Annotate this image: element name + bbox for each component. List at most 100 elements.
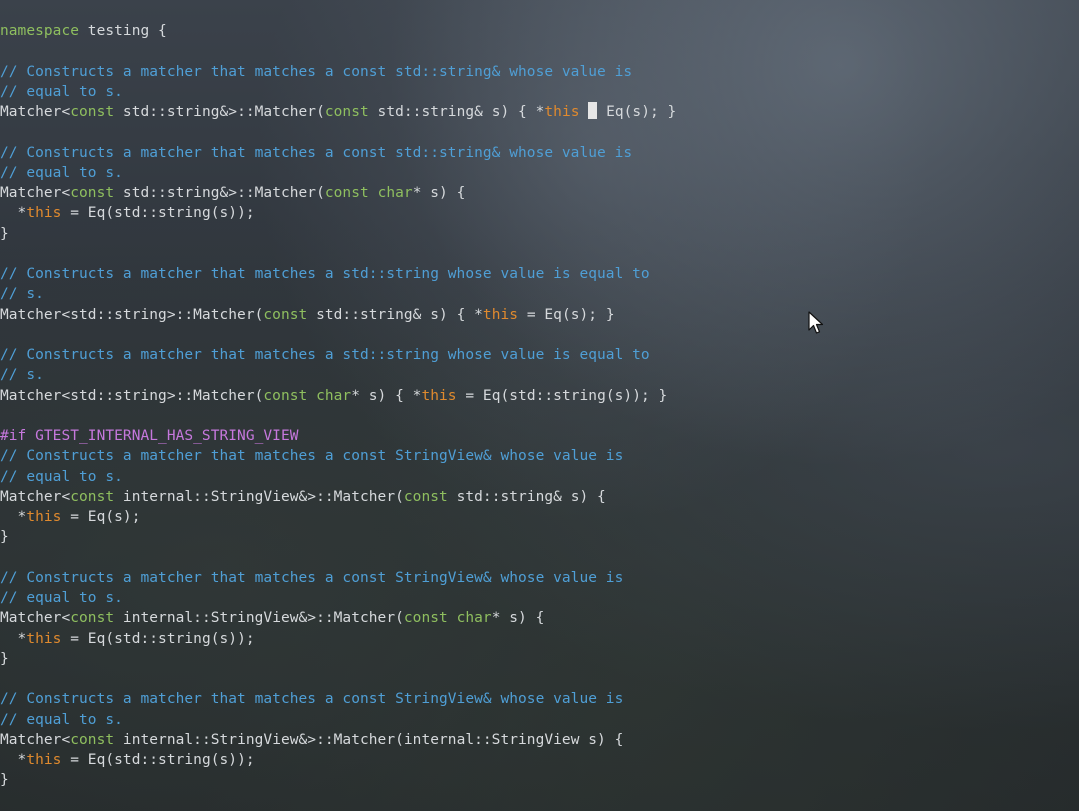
comment-token: // Constructs a matcher that matches a c…	[0, 569, 624, 586]
keyword-token: const	[263, 387, 308, 404]
code-token: Matcher<std::string>::Matcher(	[0, 306, 264, 323]
comment-token: // equal to s.	[0, 83, 123, 100]
code-token: std::string&>::Matcher(	[114, 104, 325, 120]
code-line[interactable]: }	[0, 527, 1079, 547]
code-line[interactable]: }	[0, 224, 1079, 244]
keyword-token: const	[70, 731, 115, 748]
code-line[interactable]: // Constructs a matcher that matches a c…	[0, 446, 1079, 466]
comment-token: // equal to s.	[0, 468, 123, 485]
comment-token: // Constructs a matcher that matches a c…	[0, 448, 624, 465]
code-token: = Eq(std::string(s));	[61, 205, 255, 222]
code-line[interactable]: // equal to s.	[0, 163, 1079, 183]
code-token: = Eq(std::string(s));	[61, 630, 255, 647]
keyword-token: const	[324, 185, 369, 201]
code-token: *	[0, 205, 27, 222]
code-line[interactable]: *this = Eq(std::string(s));	[0, 629, 1079, 649]
code-line[interactable]: // Constructs a matcher that matches a c…	[0, 143, 1079, 163]
comment-token: // s.	[0, 367, 44, 384]
code-line[interactable]: }	[0, 649, 1079, 669]
code-line[interactable]: }	[0, 770, 1079, 790]
code-token: = Eq(s);	[61, 509, 141, 525]
code-token: *	[0, 509, 27, 525]
code-token: internal::StringView&>::Matcher(internal…	[114, 731, 624, 748]
code-line[interactable]: // equal to s.	[0, 588, 1079, 608]
code-token: * s) { *	[351, 387, 422, 404]
code-token: Matcher<	[0, 731, 71, 748]
code-token: * s) {	[412, 185, 466, 201]
text-cursor	[588, 102, 598, 119]
code-line[interactable]: Matcher<const std::string&>::Matcher(con…	[0, 183, 1079, 203]
code-line[interactable]: // Constructs a matcher that matches a c…	[0, 62, 1079, 82]
comment-token: // Constructs a matcher that matches a s…	[0, 266, 650, 282]
code-token: Matcher<	[0, 104, 71, 120]
code-line[interactable]: *this = Eq(std::string(s));	[0, 750, 1079, 770]
code-line[interactable]: // equal to s.	[0, 467, 1079, 487]
comment-token: // equal to s.	[0, 590, 123, 606]
code-line[interactable]: namespace testing {	[0, 21, 1079, 41]
comment-token: // Constructs a matcher that matches a c…	[0, 63, 633, 80]
code-line[interactable]: // Constructs a matcher that matches a s…	[0, 264, 1079, 284]
code-token: *	[0, 630, 27, 647]
code-token: }	[0, 225, 9, 242]
comment-token: // equal to s.	[0, 711, 123, 728]
code-token: *	[0, 752, 27, 768]
code-line[interactable]: Matcher<const internal::StringView&>::Ma…	[0, 487, 1079, 507]
code-line[interactable]: Matcher<std::string>::Matcher(const char…	[0, 386, 1079, 406]
code-token: std::string&>::Matcher(	[114, 185, 325, 201]
code-token: = Eq(std::string(s)); }	[456, 387, 668, 404]
code-token: internal::StringView&>::Matcher(	[114, 610, 404, 627]
keyword-token: const	[263, 306, 308, 323]
keyword-token: char	[316, 387, 352, 404]
code-line[interactable]	[0, 548, 1079, 568]
keyword-token: char	[456, 610, 492, 627]
keyword-token: const	[70, 488, 115, 505]
code-line[interactable]: *this = Eq(s);	[0, 507, 1079, 527]
this-keyword-token: this	[26, 630, 62, 647]
comment-token: // Constructs a matcher that matches a c…	[0, 144, 633, 161]
code-token: }	[0, 650, 9, 667]
code-line[interactable]	[0, 406, 1079, 426]
code-line[interactable]: Matcher<const internal::StringView&>::Ma…	[0, 730, 1079, 750]
code-token: std::string& s) { *	[307, 306, 483, 323]
code-token: internal::StringView&>::Matcher(	[114, 488, 404, 505]
code-line[interactable]: #if GTEST_INTERNAL_HAS_STRING_VIEW	[0, 426, 1079, 446]
code-line[interactable]	[0, 325, 1079, 345]
code-editor[interactable]: namespace testing { // Constructs a matc…	[0, 21, 1079, 791]
code-line[interactable]: // Constructs a matcher that matches a c…	[0, 689, 1079, 709]
code-line[interactable]: // s.	[0, 365, 1079, 385]
keyword-token: const	[70, 185, 115, 201]
comment-token: // s.	[0, 286, 44, 303]
code-token: Matcher<	[0, 185, 71, 201]
keyword-token: const	[403, 488, 448, 505]
code-token: std::string& s) {	[447, 488, 606, 505]
comment-token: // Constructs a matcher that matches a s…	[0, 347, 650, 363]
code-line[interactable]	[0, 41, 1079, 61]
keyword-token: namespace	[0, 23, 80, 39]
code-token: Eq(s); }	[597, 104, 677, 120]
this-keyword-token: this	[421, 387, 457, 404]
code-line[interactable]	[0, 669, 1079, 689]
code-line[interactable]: Matcher<const internal::StringView&>::Ma…	[0, 608, 1079, 628]
code-token: }	[0, 529, 9, 546]
keyword-token: const	[70, 610, 115, 627]
code-line[interactable]: // s.	[0, 284, 1079, 304]
keyword-token: const	[70, 104, 115, 120]
code-token: Matcher<std::string>::Matcher(	[0, 387, 264, 404]
comment-token: // equal to s.	[0, 164, 123, 181]
code-line[interactable]: // Constructs a matcher that matches a c…	[0, 568, 1079, 588]
this-keyword-token: this	[26, 752, 62, 768]
code-line[interactable]	[0, 122, 1079, 142]
code-line[interactable]: // equal to s.	[0, 710, 1079, 730]
code-line[interactable]: // Constructs a matcher that matches a s…	[0, 345, 1079, 365]
code-line[interactable]: // equal to s.	[0, 82, 1079, 102]
code-line[interactable]: *this = Eq(std::string(s));	[0, 203, 1079, 223]
preprocessor-token: #if GTEST_INTERNAL_HAS_STRING_VIEW	[0, 428, 299, 444]
code-line[interactable]	[0, 244, 1079, 264]
code-line[interactable]: Matcher<const std::string&>::Matcher(con…	[0, 102, 1079, 122]
code-line[interactable]: Matcher<std::string>::Matcher(const std:…	[0, 305, 1079, 325]
keyword-token: char	[377, 185, 413, 201]
